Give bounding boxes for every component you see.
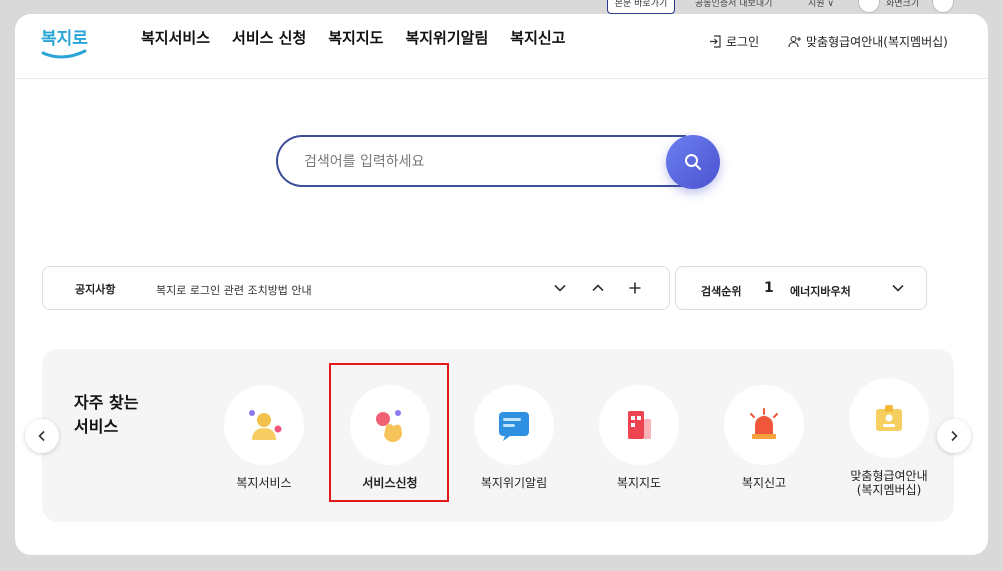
logo-wordmark: 복지로 — [41, 29, 88, 49]
person-icon — [249, 410, 282, 440]
zoom-label: 화면크기 — [886, 0, 920, 9]
notice-more-button[interactable] — [625, 278, 645, 298]
fav-label: 서비스신청 — [362, 476, 418, 490]
site-logo[interactable]: 복지로 — [39, 20, 89, 64]
rank-label: 검색순위 — [701, 285, 742, 298]
fav-label: 맞춤형급여안내 (복지멤버십) — [834, 469, 944, 497]
zoom-out-button[interactable] — [858, 0, 880, 13]
favorites-title-line1: 자주 찾는 — [74, 393, 139, 412]
notice-next-button[interactable] — [550, 278, 570, 298]
fav-label-line1: 맞춤형급여안내 — [850, 469, 928, 483]
fav-circle — [224, 385, 304, 465]
favorites-title-line2: 서비스 — [74, 417, 119, 436]
fav-label: 복지위기알림 — [480, 476, 548, 490]
login-icon — [710, 35, 721, 48]
rank-expand-button[interactable] — [888, 278, 908, 298]
zoom-in-button[interactable] — [932, 0, 954, 13]
search-icon — [685, 154, 701, 170]
fav-circle — [474, 385, 554, 465]
chevron-down-icon — [892, 284, 904, 292]
user-add-icon — [788, 35, 801, 48]
nav-welfare-report[interactable]: 복지신고 — [510, 27, 565, 48]
carousel-prev-button[interactable] — [25, 419, 59, 453]
login-link[interactable]: 로그인 — [709, 33, 759, 50]
main-panel: 복지로 복지서비스 서비스 신청 복지지도 복지위기알림 복지신고 로그인 맞춤… — [15, 14, 988, 555]
notice-label: 공지사항 — [75, 283, 116, 296]
siren-icon — [750, 408, 778, 439]
chevron-right-icon — [951, 430, 958, 442]
favorite-services: 자주 찾는 서비스 복지서비스 서비스신청 복지위기알림 복지지도 복지신고 맞… — [42, 349, 954, 522]
fav-service-apply[interactable]: 서비스신청 — [335, 385, 445, 490]
favorites-title: 자주 찾는 서비스 — [74, 391, 138, 439]
rank-term[interactable]: 에너지바우처 — [790, 283, 850, 299]
notice-bar: 공지사항 복지로 로그인 관련 조치방법 안내 — [42, 266, 670, 310]
fav-label: 복지신고 — [741, 476, 787, 490]
fav-welfare-map[interactable]: 복지지도 — [584, 385, 694, 490]
nav-welfare-service[interactable]: 복지서비스 — [141, 27, 210, 48]
nav-crisis-alert[interactable]: 복지위기알림 — [405, 27, 488, 48]
chevron-up-icon — [592, 284, 604, 292]
building-icon — [628, 411, 651, 439]
fav-welfare-report[interactable]: 복지신고 — [709, 385, 819, 490]
search-ranking: 검색순위 1 에너지바우처 — [675, 266, 927, 310]
login-label: 로그인 — [726, 35, 760, 49]
message-icon — [499, 412, 529, 441]
main-nav: 복지서비스 서비스 신청 복지지도 복지위기알림 복지신고 — [141, 27, 587, 48]
language-select[interactable]: 지원 ∨ — [808, 0, 834, 9]
rank-number: 1 — [764, 280, 774, 296]
notice-text[interactable]: 복지로 로그인 관련 조치방법 안내 — [156, 282, 312, 298]
nav-welfare-map[interactable]: 복지지도 — [328, 27, 383, 48]
skip-to-content-link[interactable]: 본문 바로가기 — [607, 0, 675, 14]
fav-label: 복지서비스 — [236, 476, 292, 490]
search-button[interactable] — [666, 135, 720, 189]
fav-circle — [350, 385, 430, 465]
chevron-left-icon — [38, 430, 45, 442]
utility-bar: 본문 바로가기 공동인증서 내보내기 지원 ∨ 화면크기 — [0, 0, 1003, 14]
notice-prev-button[interactable] — [588, 278, 608, 298]
fav-circle — [849, 378, 929, 458]
fav-circle — [599, 385, 679, 465]
hand-tap-icon — [376, 410, 402, 442]
membership-link[interactable]: 맞춤형급여안내(복지멤버십) — [788, 33, 948, 50]
fav-membership[interactable]: 맞춤형급여안내 (복지멤버십) — [834, 378, 944, 497]
search-input[interactable] — [302, 146, 666, 178]
fav-label: 복지지도 — [616, 476, 662, 490]
fav-crisis-alert[interactable]: 복지위기알림 — [459, 385, 569, 490]
membership-label: 맞춤형급여안내(복지멤버십) — [806, 35, 948, 49]
chevron-down-icon — [554, 284, 566, 292]
carousel-next-button[interactable] — [937, 419, 971, 453]
id-card-icon — [876, 405, 902, 431]
fav-label-line2: (복지멤버십) — [856, 483, 922, 497]
site-header: 복지로 복지서비스 서비스 신청 복지지도 복지위기알림 복지신고 로그인 맞춤… — [15, 14, 988, 79]
cert-export-link[interactable]: 공동인증서 내보내기 — [695, 0, 772, 9]
fav-circle — [724, 385, 804, 465]
nav-service-apply[interactable]: 서비스 신청 — [232, 27, 306, 48]
fav-welfare-service[interactable]: 복지서비스 — [209, 385, 319, 490]
plus-icon — [629, 282, 641, 294]
